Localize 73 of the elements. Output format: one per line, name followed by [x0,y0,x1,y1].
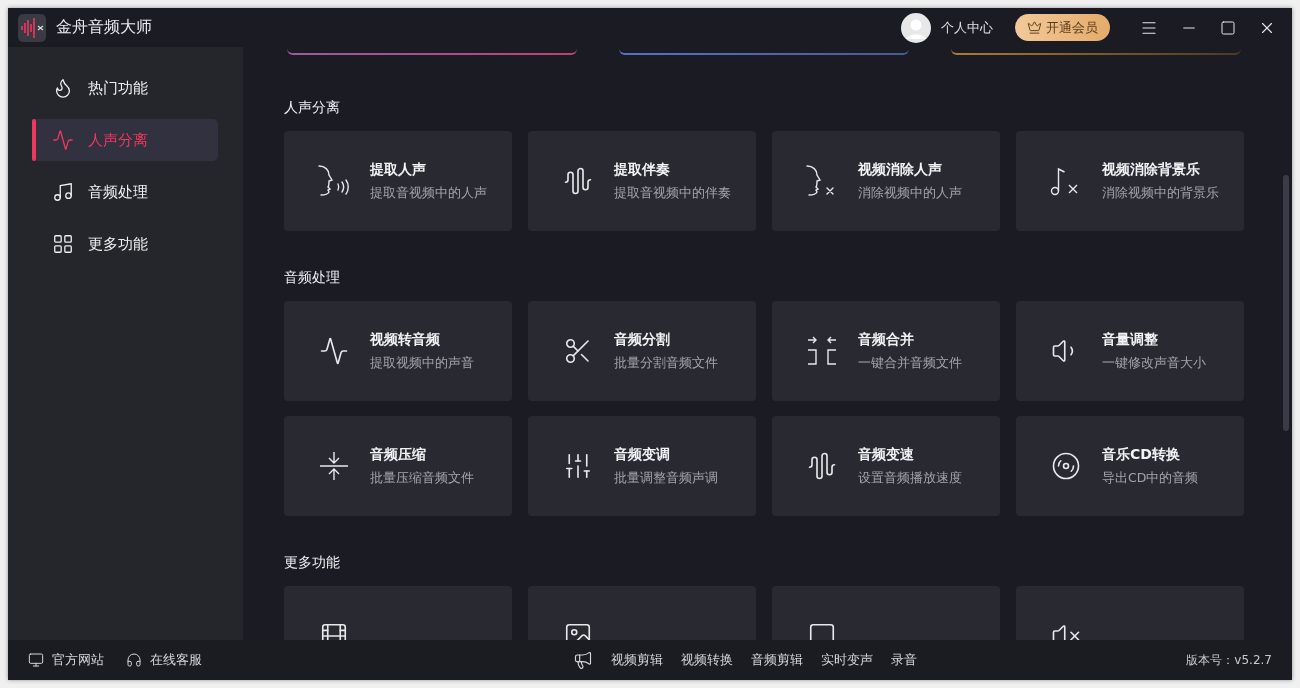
card-title: 音频变调 [614,445,671,464]
banner-card[interactable] [287,47,577,55]
compress-icon [318,450,350,482]
card-title: 音乐CD转换 [1102,445,1181,464]
sidebar-item[interactable]: 更多功能 [32,223,218,265]
feature-card[interactable]: 音乐CD转换 导出CD中的音频 [1016,416,1244,516]
card-subtitle: 批量调整音频声调 [614,469,718,487]
card-subtitle: 一键合并音频文件 [858,354,962,372]
feature-card[interactable]: 视频消除背景乐 消除视频中的背景乐 [1016,131,1244,231]
tool-link[interactable]: 视频剪辑 [611,651,664,669]
section-title: 人声分离 [284,99,341,117]
wave-icon [807,451,837,481]
card-title: 音频分割 [614,330,671,349]
card-title: 音频压缩 [370,445,427,464]
card-title: 音量调整 [1102,330,1159,349]
feature-card[interactable]: 音频压缩 批量压缩音频文件 [284,416,512,516]
banner-card[interactable] [619,47,909,55]
sliders-icon [563,451,593,481]
app-logo [18,13,46,42]
user-center-link[interactable]: 个人中心 [941,18,993,37]
music-note-icon [52,181,74,203]
feature-card[interactable]: 音频合并 一键合并音频文件 [772,301,1000,401]
card-subtitle: 提取音视频中的人声 [370,184,487,202]
footer-link[interactable]: 在线客服 [126,651,202,669]
card-subtitle: 批量分割音频文件 [614,354,718,372]
grid-icon [52,233,74,255]
footer-link[interactable]: 官方网站 [28,651,104,669]
pulse-icon [52,129,74,151]
feature-card[interactable]: 提取人声 提取音视频中的人声 [284,131,512,231]
card-title: 提取人声 [370,160,427,179]
card-subtitle: 提取视频中的声音 [370,354,474,372]
card-title: 视频消除背景乐 [1102,160,1201,179]
feature-card[interactable]: 视频转音频 提取视频中的声音 [284,301,512,401]
sidebar-item[interactable]: 音频处理 [32,171,218,213]
card-subtitle: 提取音视频中的伴奏 [614,184,731,202]
section-title: 更多功能 [284,554,341,572]
card-title: 视频转音频 [370,330,441,349]
music-disc-icon [1051,451,1081,481]
headset-icon [126,652,142,668]
tool-link[interactable]: 录音 [891,651,918,669]
card-title: 提取伴奏 [614,160,671,179]
feature-card[interactable]: 提取伴奏 提取音视频中的伴奏 [528,131,756,231]
tool-link[interactable]: 音频剪辑 [751,651,804,669]
avatar-icon[interactable] [901,12,931,43]
window-title: 金舟音频大师 [56,17,153,38]
feature-card[interactable]: 音频变调 批量调整音频声调 [528,416,756,516]
card-title: 视频消除人声 [858,160,943,179]
crown-icon [1027,20,1042,35]
card-subtitle: 批量压缩音频文件 [370,469,474,487]
card-subtitle: 消除视频中的人声 [858,184,962,202]
sidebar-item[interactable]: 热门功能 [32,67,218,109]
version-label: 版本号：v5.2.7 [1186,651,1272,669]
vip-button[interactable]: 开通会员 [1015,14,1110,41]
feature-card[interactable]: 音量调整 一键修改声音大小 [1016,301,1244,401]
feature-card[interactable]: 音频分割 批量分割音频文件 [528,301,756,401]
feature-card[interactable]: 音频变速 设置音频播放速度 [772,416,1000,516]
merge-icon [805,334,839,368]
monitor-icon [28,652,44,668]
card-subtitle: 一键修改声音大小 [1102,354,1206,372]
card-subtitle: 导出CD中的音频 [1102,469,1199,487]
card-subtitle: 消除视频中的背景乐 [1102,184,1219,202]
feature-card[interactable]: 视频消除人声 消除视频中的人声 [772,131,1000,231]
card-title: 音频变速 [858,445,915,464]
card-title: 音频合并 [858,330,915,349]
card-subtitle: 设置音频播放速度 [858,469,962,487]
section-title: 音频处理 [284,269,341,287]
pulse-icon [319,336,349,366]
waveform-icon [563,166,593,196]
banner-card[interactable] [951,47,1241,55]
tool-link[interactable]: 视频转换 [681,651,734,669]
megaphone-icon [573,650,594,670]
tool-link[interactable]: 实时变声 [821,651,874,669]
scrollbar[interactable] [1283,175,1289,431]
